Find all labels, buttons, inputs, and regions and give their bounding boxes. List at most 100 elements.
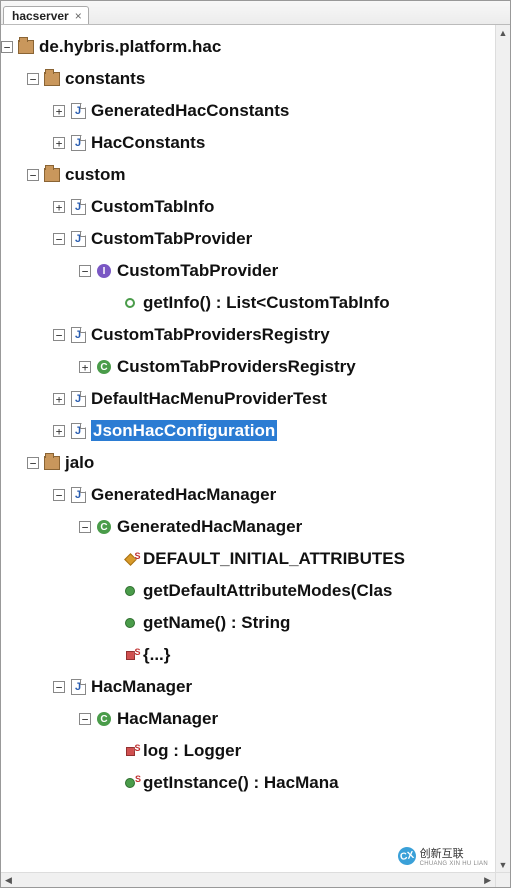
collapse-icon[interactable]: − [79, 713, 91, 725]
static-init-icon: S [121, 646, 139, 664]
vertical-scrollbar[interactable]: ▲ ▼ [495, 25, 510, 872]
tab-label: hacserver [12, 9, 69, 23]
scroll-up-icon[interactable]: ▲ [496, 25, 510, 40]
expand-icon[interactable]: + [53, 105, 65, 117]
collapse-icon[interactable]: − [79, 521, 91, 533]
method-label: getInfo() : List<CustomTabInfo [143, 293, 390, 313]
package-explorer-tree[interactable]: − de.hybris.platform.hac − constants + J… [1, 25, 495, 872]
expand-icon[interactable]: + [53, 425, 65, 437]
java-file[interactable]: + J HacConstants [53, 127, 495, 159]
collapse-icon[interactable]: − [27, 169, 39, 181]
collapse-icon[interactable]: − [53, 489, 65, 501]
static-field-node[interactable]: · S log : Logger [105, 735, 495, 767]
package-root[interactable]: − de.hybris.platform.hac [1, 31, 495, 63]
java-file[interactable]: + J DefaultHacMenuProviderTest [53, 383, 495, 415]
java-file[interactable]: − J CustomTabProvidersRegistry [53, 319, 495, 351]
tab-hacserver[interactable]: hacserver × [3, 6, 89, 24]
leaf-icon: · [105, 617, 117, 629]
package-label: constants [65, 69, 145, 89]
file-label: GeneratedHacManager [91, 485, 276, 505]
leaf-icon: · [105, 585, 117, 597]
java-file[interactable]: − J CustomTabProvider [53, 223, 495, 255]
method-node[interactable]: · getInfo() : List<CustomTabInfo [105, 287, 495, 319]
class-icon: C [95, 518, 113, 536]
watermark-logo-icon: CX [396, 846, 417, 867]
java-file-icon: J [69, 102, 87, 120]
method-label: getDefaultAttributeModes(Clas [143, 581, 392, 601]
field-label: log : Logger [143, 741, 241, 761]
collapse-icon[interactable]: − [53, 681, 65, 693]
java-file-icon: J [69, 422, 87, 440]
type-label: HacManager [117, 709, 218, 729]
public-method-icon [121, 614, 139, 632]
file-label: JsonHacConfiguration [91, 421, 277, 441]
static-field-node[interactable]: · S DEFAULT_INITIAL_ATTRIBUTES [105, 543, 495, 575]
java-file[interactable]: − J HacManager [53, 671, 495, 703]
horizontal-scrollbar[interactable]: ◀ ▶ [1, 872, 495, 887]
file-label: CustomTabInfo [91, 197, 214, 217]
java-file-icon: J [69, 230, 87, 248]
collapse-icon[interactable]: − [27, 73, 39, 85]
java-file-icon: J [69, 486, 87, 504]
java-file-icon: J [69, 326, 87, 344]
interface-node[interactable]: − I CustomTabProvider [79, 255, 495, 287]
static-field-icon: S [121, 550, 139, 568]
package-custom[interactable]: − custom [27, 159, 495, 191]
package-constants[interactable]: − constants [27, 63, 495, 95]
class-node[interactable]: + C CustomTabProvidersRegistry [79, 351, 495, 383]
java-file[interactable]: + J GeneratedHacConstants [53, 95, 495, 127]
package-label: jalo [65, 453, 94, 473]
scroll-right-icon[interactable]: ▶ [484, 875, 491, 886]
file-label: CustomTabProvider [91, 229, 252, 249]
class-node[interactable]: − C HacManager [79, 703, 495, 735]
tab-bar: hacserver × [1, 1, 510, 25]
public-method-icon [121, 582, 139, 600]
java-file-icon: J [69, 134, 87, 152]
close-icon[interactable]: × [75, 9, 82, 23]
static-method-node[interactable]: · S getInstance() : HacMana [105, 767, 495, 799]
abstract-method-icon [121, 294, 139, 312]
java-file[interactable]: + J CustomTabInfo [53, 191, 495, 223]
type-label: CustomTabProvider [117, 261, 278, 281]
method-node[interactable]: · getDefaultAttributeModes(Clas [105, 575, 495, 607]
class-node[interactable]: − C GeneratedHacManager [79, 511, 495, 543]
expand-icon[interactable]: + [53, 137, 65, 149]
collapse-icon[interactable]: − [27, 457, 39, 469]
method-node[interactable]: · getName() : String [105, 607, 495, 639]
expand-icon[interactable]: + [53, 393, 65, 405]
expand-icon[interactable]: + [53, 201, 65, 213]
file-label: HacConstants [91, 133, 205, 153]
leaf-icon: · [105, 777, 117, 789]
leaf-icon: · [105, 649, 117, 661]
java-file-icon: J [69, 678, 87, 696]
leaf-icon: · [105, 553, 117, 565]
type-label: CustomTabProvidersRegistry [117, 357, 356, 377]
expand-icon[interactable]: + [79, 361, 91, 373]
interface-icon: I [95, 262, 113, 280]
java-file-selected[interactable]: + J JsonHacConfiguration [53, 415, 495, 447]
watermark-subtext: CHUANG XIN HU LIAN [420, 861, 488, 867]
leaf-icon: · [105, 297, 117, 309]
class-icon: C [95, 710, 113, 728]
file-label: HacManager [91, 677, 192, 697]
package-jalo[interactable]: − jalo [27, 447, 495, 479]
collapse-icon[interactable]: − [79, 265, 91, 277]
class-icon: C [95, 358, 113, 376]
package-label: de.hybris.platform.hac [39, 37, 221, 57]
method-label: getInstance() : HacMana [143, 773, 339, 793]
collapse-icon[interactable]: − [1, 41, 13, 53]
scrollbar-corner [495, 872, 510, 887]
collapse-icon[interactable]: − [53, 329, 65, 341]
collapse-icon[interactable]: − [53, 233, 65, 245]
scroll-left-icon[interactable]: ◀ [5, 875, 12, 886]
static-block-node[interactable]: · S {...} [105, 639, 495, 671]
watermark-text: 创新互联 [420, 845, 488, 861]
static-method-icon: S [121, 774, 139, 792]
scroll-down-icon[interactable]: ▼ [496, 857, 510, 872]
package-icon [43, 70, 61, 88]
static-private-field-icon: S [121, 742, 139, 760]
package-icon [43, 166, 61, 184]
file-label: DefaultHacMenuProviderTest [91, 389, 327, 409]
package-icon [43, 454, 61, 472]
java-file[interactable]: − J GeneratedHacManager [53, 479, 495, 511]
